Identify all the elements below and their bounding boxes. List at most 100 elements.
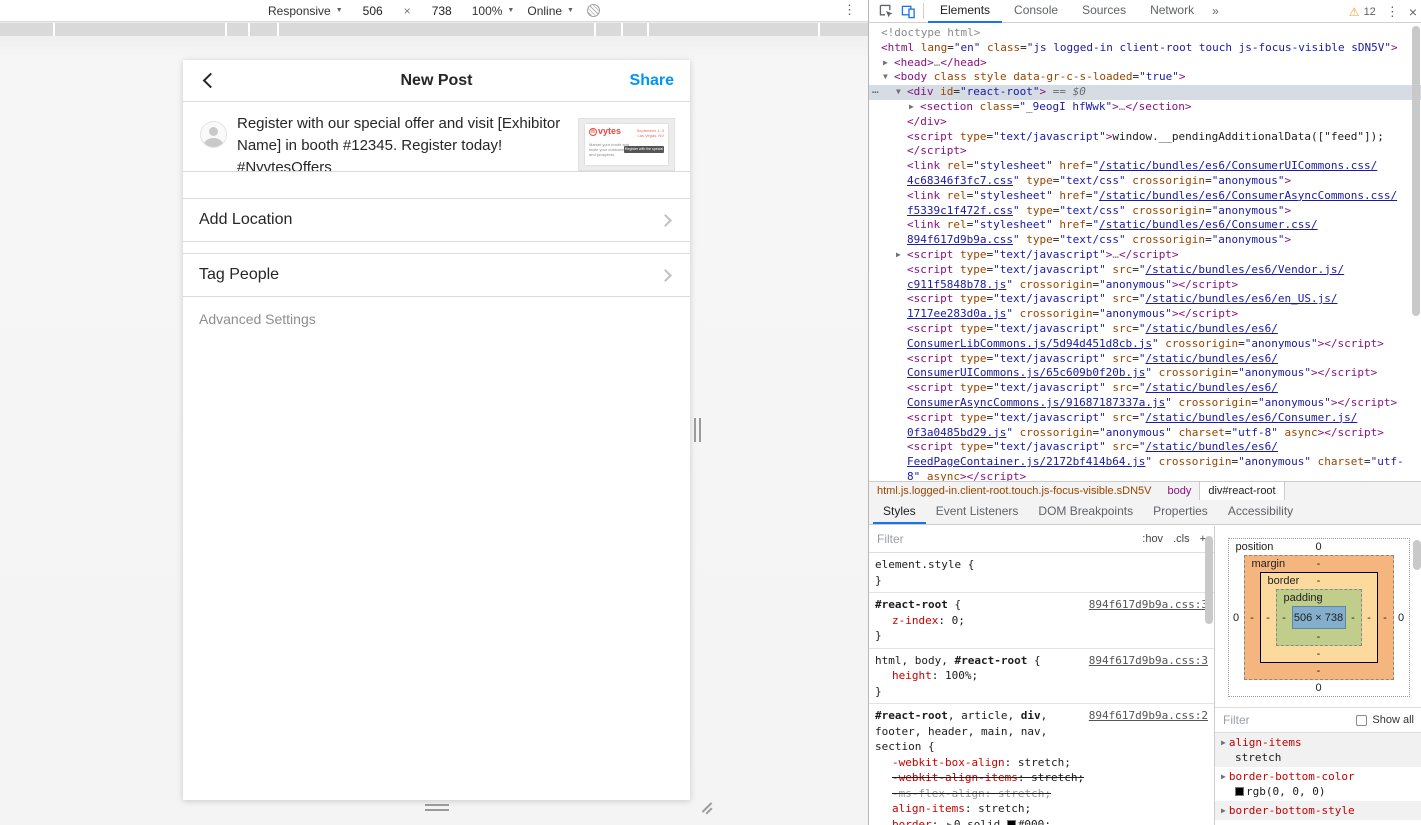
css-rule[interactable]: 894f617d9b9a.css:3#react-root {z-index: …	[869, 593, 1214, 649]
dom-tree-line[interactable]: ▶<section class="_9eogI hfWwk">…</sectio…	[869, 100, 1421, 115]
css-rule[interactable]: element.style {}	[869, 553, 1214, 593]
box-model-position[interactable]: position00margin--border--padding--506 ×…	[1228, 538, 1410, 697]
dom-tree-line[interactable]: 0f3a0485bd29.js" crossorigin="anonymous"…	[869, 426, 1421, 441]
css-property[interactable]: border: ▶0 solid #000;	[875, 817, 1208, 825]
caption-input[interactable]: Register with our special offer and visi…	[237, 113, 587, 172]
dom-tree-line[interactable]: <html lang="en" class="js logged-in clie…	[869, 41, 1421, 56]
show-all-checkbox[interactable]	[1356, 715, 1367, 726]
breadcrumb-item[interactable]: div#react-root	[1199, 482, 1284, 500]
css-property[interactable]: align-items: stretch;	[875, 801, 1208, 817]
dom-tree-line[interactable]: <!doctype html>	[869, 26, 1421, 41]
viewport-resize-handle-corner[interactable]	[697, 800, 713, 816]
dom-tree-line-selected[interactable]: ▼<div id="react-root"> == $0…	[869, 85, 1421, 100]
dom-tree-line[interactable]: c911f5848b78.js" crossorigin="anonymous"…	[869, 278, 1421, 293]
tab-styles[interactable]: Styles	[873, 500, 926, 524]
viewport-height-input[interactable]: 738	[425, 3, 459, 19]
list-item-add-location[interactable]: Add Location	[183, 198, 690, 242]
devtools-close-icon[interactable]: ×	[1409, 4, 1417, 20]
tab-properties[interactable]: Properties	[1143, 500, 1218, 524]
computed-property-row[interactable]: ▶border-bottom-colorrgb(0, 0, 0)	[1215, 767, 1421, 801]
toggle-device-toolbar-icon[interactable]	[897, 0, 919, 22]
computed-scrollbar[interactable]	[1413, 540, 1421, 570]
css-property[interactable]: -webkit-box-align: stretch;	[875, 755, 1208, 771]
dom-tree-line[interactable]: 4c68346f3fc7.css" type="text/css" crosso…	[869, 174, 1421, 189]
css-rule[interactable]: 894f617d9b9a.css:3html, body, #react-roo…	[869, 649, 1214, 705]
breadcrumb-item[interactable]: html.js.logged-in.client-root.touch.js-f…	[869, 482, 1160, 500]
tab-event-listeners[interactable]: Event Listeners	[926, 500, 1029, 524]
dom-tree-line[interactable]: <link rel="stylesheet" href="/static/bun…	[869, 218, 1421, 233]
elements-scrollbar[interactable]	[1412, 26, 1420, 316]
stylesheet-link[interactable]: 894f617d9b9a.css:2	[1089, 708, 1208, 724]
dom-tree-line[interactable]: ConsumerUICommons.js/65c609b0f20b.js" cr…	[869, 366, 1421, 381]
viewport-resize-handle-right[interactable]	[694, 418, 703, 442]
dom-tree-line[interactable]: <link rel="stylesheet" href="/static/bun…	[869, 159, 1421, 174]
device-type-dropdown[interactable]: Responsive ▼	[268, 4, 343, 18]
color-swatch[interactable]	[1007, 820, 1016, 825]
styles-filter-input[interactable]: Filter	[877, 532, 1142, 546]
media-query-bar[interactable]	[0, 23, 868, 36]
dom-tree-line[interactable]: 1717ee283d0a.js" crossorigin="anonymous"…	[869, 307, 1421, 322]
box-model-margin[interactable]: margin--border--padding--506 × 738------	[1244, 555, 1394, 680]
elements-dom-tree[interactable]: <!doctype html><html lang="en" class="js…	[869, 24, 1421, 481]
device-toolbar-more-icon[interactable]: ⋮	[843, 2, 856, 18]
tab-accessibility[interactable]: Accessibility	[1218, 500, 1303, 524]
box-model-diagram[interactable]: position00margin--border--padding--506 ×…	[1228, 538, 1410, 697]
css-property[interactable]: z-index: 0;	[875, 613, 1208, 629]
tab-network[interactable]: Network	[1138, 0, 1206, 23]
throttling-dropdown[interactable]: Online ▼	[527, 4, 574, 18]
stylesheet-link[interactable]: 894f617d9b9a.css:3	[1089, 597, 1208, 613]
back-icon[interactable]	[203, 73, 219, 89]
tab-sources[interactable]: Sources	[1070, 0, 1138, 23]
viewport-width-input[interactable]: 506	[356, 3, 390, 19]
dom-tree-line[interactable]: <script type="text/javascript" src="/sta…	[869, 411, 1421, 426]
dom-tree-line[interactable]: 8" async></script>	[869, 470, 1421, 481]
dom-tree-line[interactable]: ConsumerAsyncCommons.js/91687187337a.js"…	[869, 396, 1421, 411]
toggle-hover-state-button[interactable]: :hov	[1142, 533, 1163, 545]
dom-tree-line[interactable]: ConsumerLibCommons.js/5d94d451d8cb.js" c…	[869, 337, 1421, 352]
tab-dom-breakpoints[interactable]: DOM Breakpoints	[1028, 500, 1143, 524]
dom-tree-line[interactable]: <script type="text/javascript" src="/sta…	[869, 381, 1421, 396]
dom-tree-line[interactable]: <script type="text/javascript" src="/sta…	[869, 292, 1421, 307]
dom-tree-line[interactable]: <script type="text/javascript" src="/sta…	[869, 440, 1421, 455]
tab-console[interactable]: Console	[1002, 0, 1070, 23]
dom-tree-line[interactable]: FeedPageContainer.js/2172bf414b64.js" cr…	[869, 455, 1421, 470]
css-property[interactable]: -ms-flex-align: stretch;	[875, 786, 1208, 802]
dom-tree-line[interactable]: <script type="text/javascript" src="/sta…	[869, 352, 1421, 367]
devtools-more-icon[interactable]: ⋮	[1386, 4, 1399, 20]
box-model-padding[interactable]: padding--506 × 738--	[1276, 589, 1362, 646]
dom-tree-line[interactable]: <script type="text/javascript" src="/sta…	[869, 322, 1421, 337]
box-model-border[interactable]: border--padding--506 × 738----	[1260, 572, 1378, 663]
css-property[interactable]: -webkit-align-items: stretch;	[875, 770, 1208, 786]
breadcrumb-item[interactable]: body	[1160, 482, 1200, 500]
computed-property-row[interactable]: ▶border-bottom-style	[1215, 801, 1421, 820]
computed-property-row[interactable]: ▶align-itemsstretch	[1215, 733, 1421, 767]
dom-tree-line[interactable]: 894f617d9b9a.css" type="text/css" crosso…	[869, 233, 1421, 248]
computed-filter-input[interactable]: Filter	[1223, 713, 1356, 727]
inspect-element-icon[interactable]	[875, 0, 897, 22]
css-property[interactable]: height: 100%;	[875, 668, 1208, 684]
dom-tree-line[interactable]: ▶<head>…</head>	[869, 56, 1421, 71]
console-warnings-badge[interactable]: ⚠ 12	[1349, 5, 1376, 19]
viewport-resize-handle-bottom[interactable]	[425, 804, 449, 814]
dom-tree-line[interactable]: <link rel="stylesheet" href="/static/bun…	[869, 189, 1421, 204]
tab-elements[interactable]: Elements	[928, 0, 1002, 23]
box-model-content[interactable]: 506 × 738	[1292, 606, 1346, 629]
dom-tree-line[interactable]: ▶<script type="text/javascript">…</scrip…	[869, 248, 1421, 263]
advanced-settings-link[interactable]: Advanced Settings	[183, 297, 690, 341]
list-item-tag-people[interactable]: Tag People	[183, 253, 690, 297]
zoom-dropdown[interactable]: 100% ▼	[472, 4, 515, 18]
dom-tree-line[interactable]: <script type="text/javascript">window.__…	[869, 130, 1421, 145]
dom-tree-line[interactable]: f5339c1f472f.css" type="text/css" crosso…	[869, 204, 1421, 219]
tabs-overflow-icon[interactable]: »	[1206, 4, 1225, 18]
css-rule[interactable]: 894f617d9b9a.css:2#react-root, article, …	[869, 704, 1214, 825]
dom-tree-line[interactable]: </script>	[869, 144, 1421, 159]
dom-tree-line[interactable]: ▼<body class style data-gr-c-s-loaded="t…	[869, 70, 1421, 85]
styles-scrollbar[interactable]	[1205, 536, 1213, 624]
media-query-separator	[621, 23, 623, 36]
share-button[interactable]: Share	[630, 72, 674, 90]
dom-tree-line[interactable]: <script type="text/javascript" src="/sta…	[869, 263, 1421, 278]
dom-tree-line[interactable]: </div>	[869, 115, 1421, 130]
stylesheet-link[interactable]: 894f617d9b9a.css:3	[1089, 653, 1208, 669]
toggle-classes-button[interactable]: .cls	[1173, 533, 1190, 545]
media-query-separator	[225, 23, 227, 36]
